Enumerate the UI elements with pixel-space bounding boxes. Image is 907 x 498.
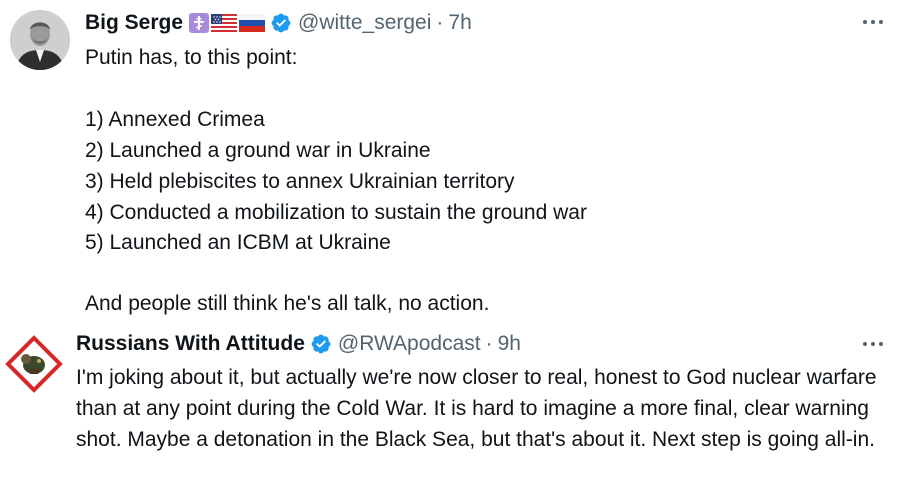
- tweet-text-line: 4) Conducted a mobilization to sustain t…: [85, 201, 587, 224]
- tweet-text-line: Putin has, to this point:: [85, 46, 298, 69]
- russia-flag-icon: [239, 14, 266, 32]
- avatar-portrait-icon: [10, 10, 70, 70]
- timestamp[interactable]: 7h: [448, 11, 471, 35]
- verified-badge-icon: [271, 13, 291, 33]
- separator-dot: ·: [485, 332, 493, 355]
- more-options-icon: [863, 20, 883, 24]
- tweet-text-line: 1) Annexed Crimea: [85, 108, 265, 131]
- avatar[interactable]: [4, 334, 64, 394]
- avatar[interactable]: [10, 10, 70, 70]
- tweet-text-line: 5) Launched an ICBM at Ukraine: [85, 231, 391, 254]
- orthodox-cross-icon: [189, 13, 210, 33]
- avatar-hazard-diamond-icon: [4, 334, 64, 394]
- user-handle[interactable]: @RWApodcast: [338, 332, 481, 356]
- more-options-button[interactable]: [858, 334, 888, 354]
- more-options-icon: [863, 342, 883, 346]
- tweet-text-line: 3) Held plebiscites to annex Ukrainian t…: [85, 170, 515, 193]
- timestamp[interactable]: 9h: [498, 332, 521, 356]
- tweet-text-line: And people still think he's all talk, no…: [85, 292, 490, 315]
- tweet-big-serge[interactable]: Big Serge @witte_sergei · 7h Putin has, …: [0, 0, 907, 322]
- separator-dot: ·: [436, 11, 444, 34]
- tweet-text: I'm joking about it, but actually we're …: [76, 366, 877, 451]
- us-flag-icon: [211, 14, 238, 32]
- display-name[interactable]: Russians With Attitude: [76, 332, 305, 356]
- more-options-button[interactable]: [858, 12, 888, 32]
- verified-badge-icon: [311, 334, 331, 354]
- tweet-header: Big Serge @witte_sergei · 7h: [85, 8, 472, 38]
- display-name[interactable]: Big Serge: [85, 11, 183, 35]
- tweet-header: Russians With Attitude @RWApodcast · 9h: [76, 329, 521, 359]
- tweet-text-line: 2) Launched a ground war in Ukraine: [85, 139, 431, 162]
- profile-badges: [189, 13, 266, 33]
- user-handle[interactable]: @witte_sergei: [298, 11, 431, 35]
